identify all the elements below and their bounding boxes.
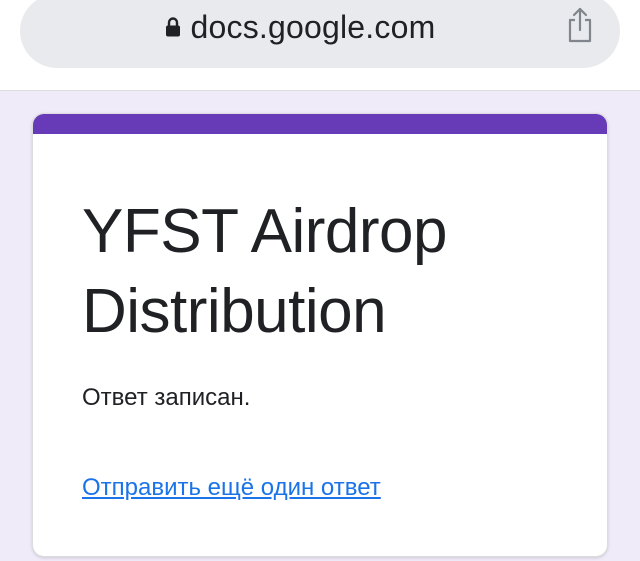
address-bar[interactable]: docs.google.com [20,0,620,68]
form-title: YFST Airdrop Distribution [82,197,448,346]
share-button[interactable] [562,5,598,49]
url-text: docs.google.com [190,8,436,45]
browser-toolbar: docs.google.com [0,0,640,91]
confirmation-message: Ответ записан. [82,384,251,411]
address-content: docs.google.com [20,2,620,52]
submit-another-response-link[interactable]: Отправить ещё один ответ [82,474,381,502]
lock-icon [165,16,181,38]
card-accent-bar [33,114,607,134]
form-card: YFST Airdrop Distribution Ответ записан.… [32,113,608,557]
share-icon [565,6,595,49]
